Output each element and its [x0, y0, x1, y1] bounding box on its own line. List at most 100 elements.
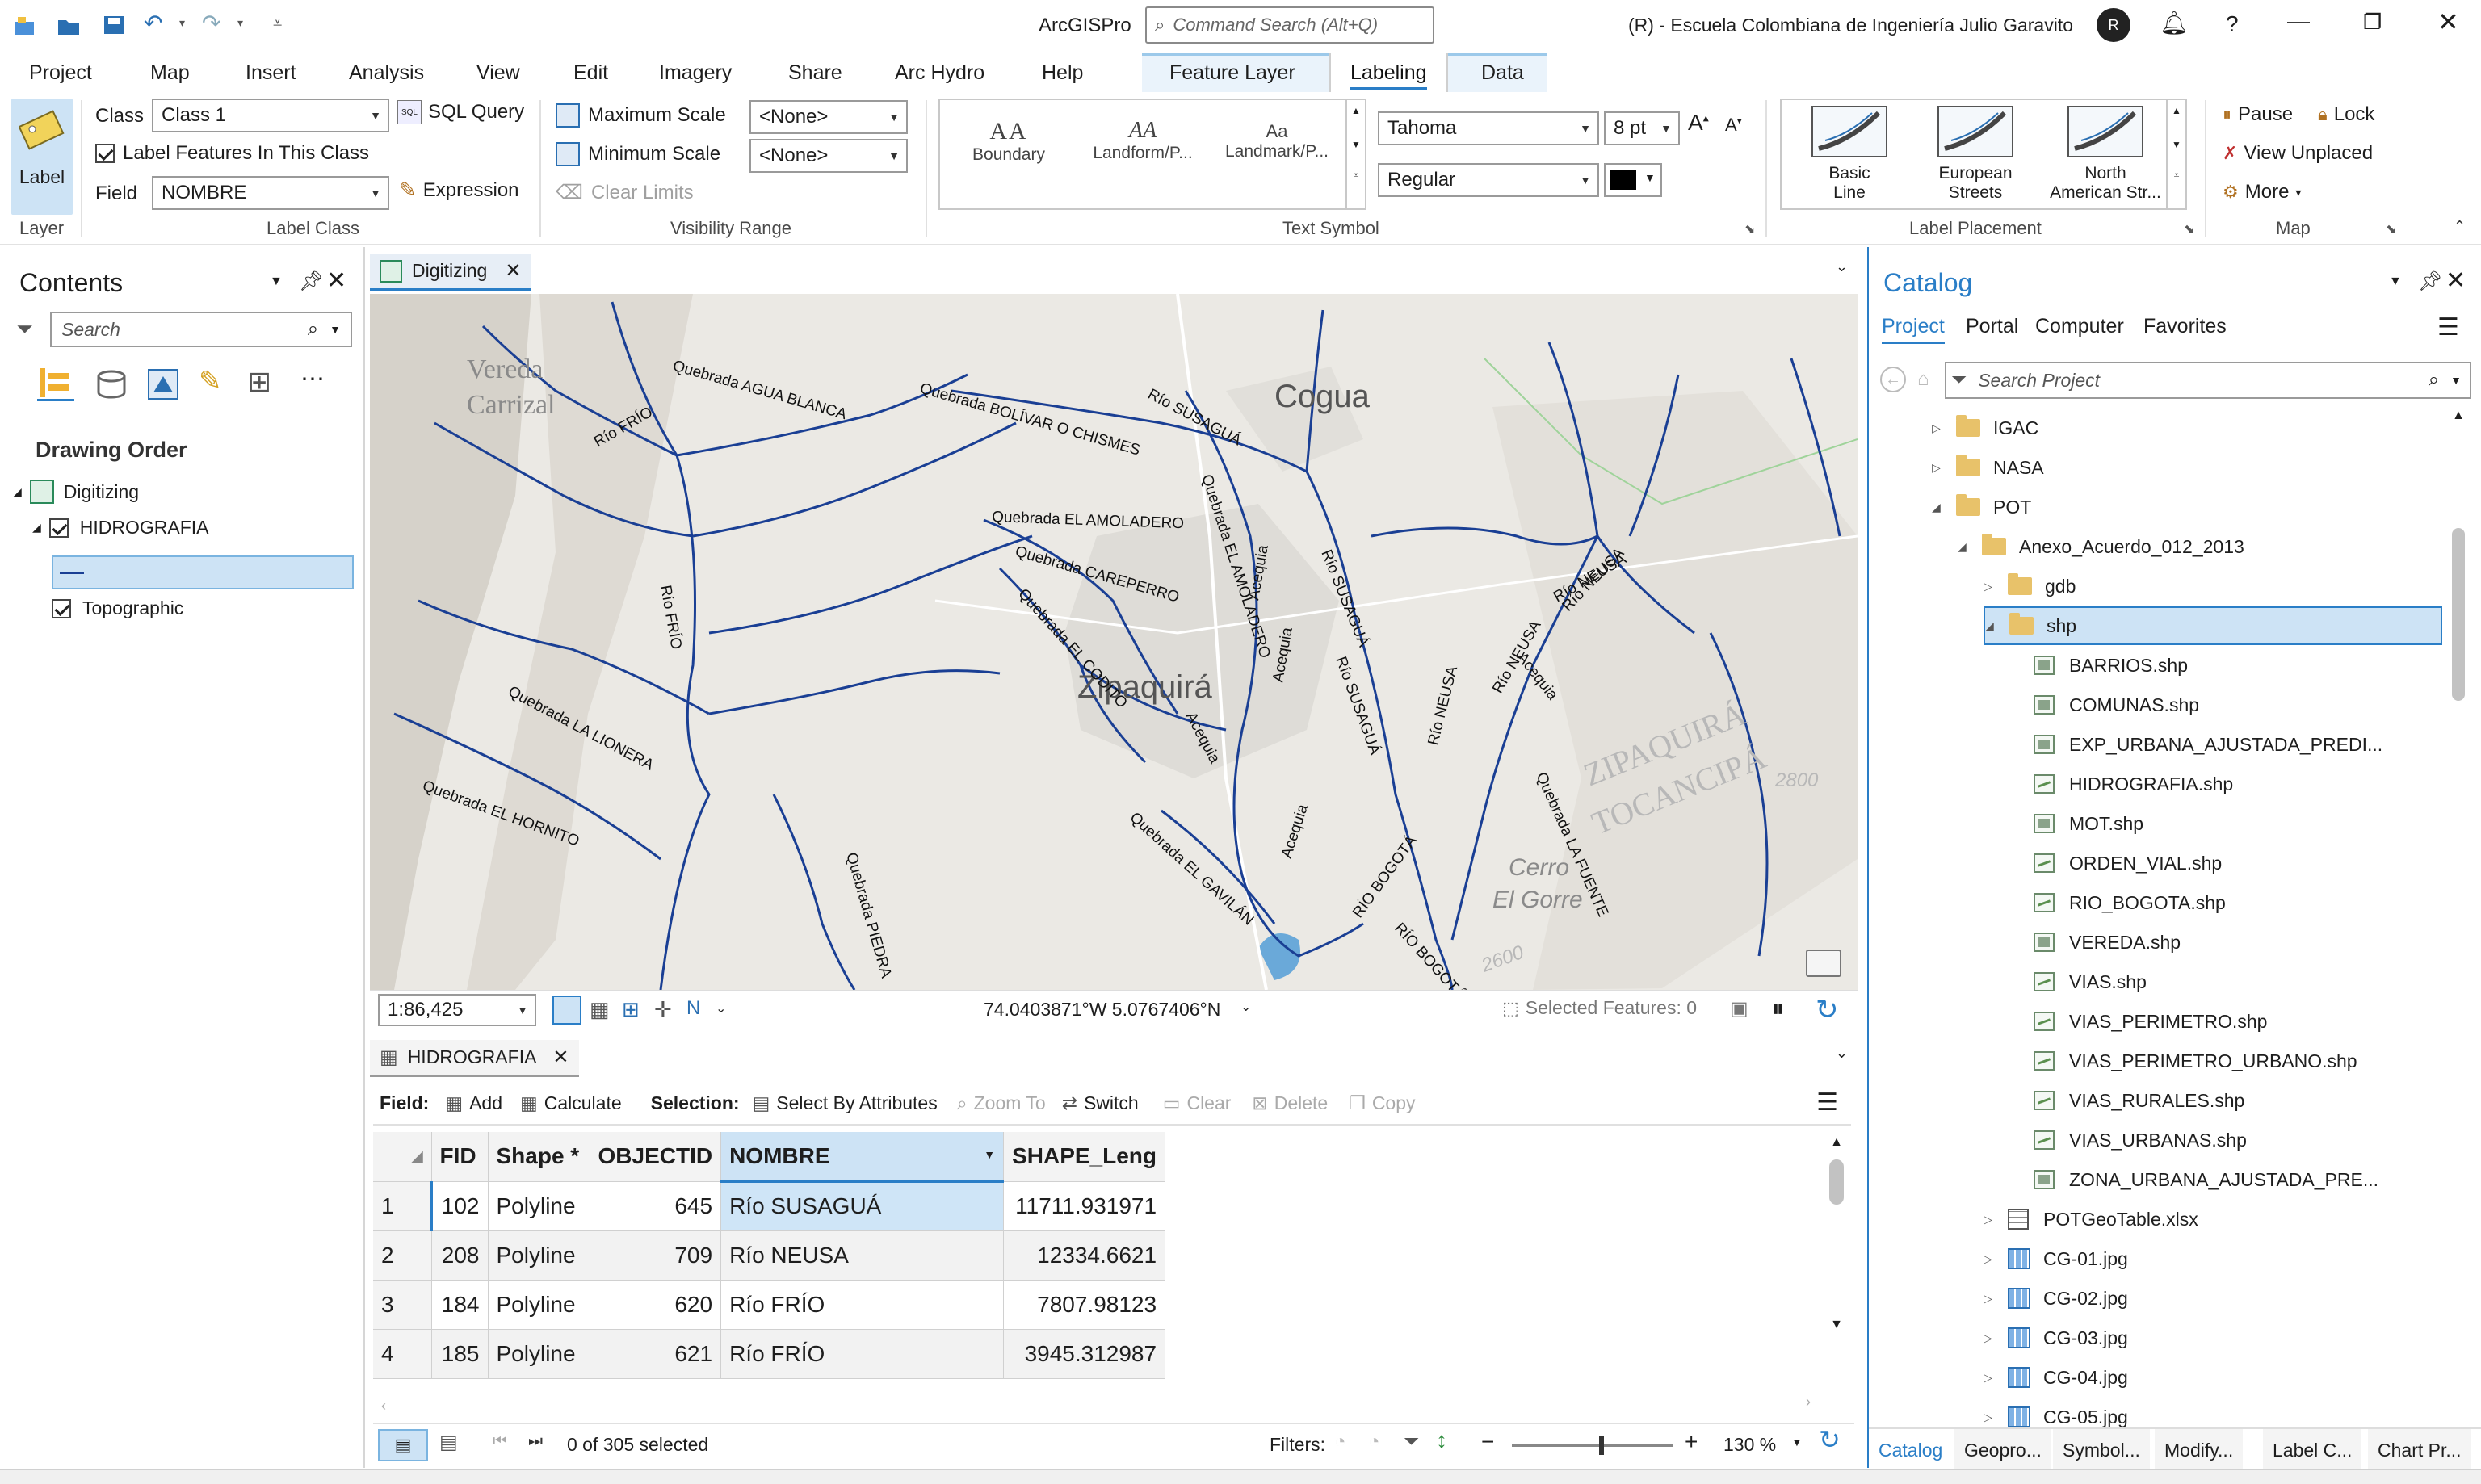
placement-gallery-scroll[interactable]: ▲ ▼ ⩡ — [2168, 99, 2187, 210]
catalog-item[interactable]: ▷ IGAC — [1932, 409, 2038, 447]
chevron-down-icon[interactable]: ⌄ — [1836, 1045, 1848, 1062]
layer-visibility-checkbox[interactable] — [48, 518, 69, 538]
catalog-item[interactable]: VIAS_URBANAS.shp — [2009, 1121, 2247, 1159]
filter-extent-icon[interactable]: ◔ — [1334, 1431, 1346, 1453]
catalog-tab-portal[interactable]: Portal — [1966, 315, 2018, 338]
catalog-tab-favorites[interactable]: Favorites — [2143, 315, 2227, 338]
coordinate-format-dropdown-icon[interactable]: ⌄ — [1240, 999, 1251, 1015]
switch-button[interactable]: ⇄ Switch — [1062, 1092, 1139, 1114]
nombre-cell[interactable]: Río FRÍO — [720, 1329, 1005, 1379]
north-arrow-icon[interactable]: N — [686, 997, 700, 1020]
expand-icon[interactable]: ▷ — [1984, 1411, 2008, 1424]
placement-basic-line[interactable]: Basic Line — [1793, 105, 1906, 203]
table-vertical-scrollbar[interactable]: ▲ ▼ — [1824, 1135, 1849, 1394]
expand-icon[interactable]: ▷ — [1984, 1371, 2008, 1385]
redo-icon[interactable]: ↷ — [202, 10, 220, 36]
gallery-item-boundary[interactable]: AA Boundary — [948, 118, 1069, 165]
open-project-icon[interactable] — [55, 13, 82, 37]
tab-project[interactable]: Project — [29, 53, 92, 92]
back-icon[interactable]: ← — [1880, 367, 1906, 392]
more-button[interactable]: ⚙︎ More ▾ — [2223, 181, 2301, 203]
show-selected-records-icon[interactable]: ▤ — [439, 1431, 458, 1454]
bottom-tab-modify[interactable]: Modify... — [2155, 1429, 2244, 1471]
list-by-selection-icon[interactable] — [147, 368, 179, 406]
tab-share[interactable]: Share — [788, 53, 842, 92]
table-row[interactable]: 2 208 Polyline 709 Río NEUSA 12334.6621 — [373, 1230, 1166, 1281]
close-pane-icon[interactable]: ✕ — [2445, 266, 2466, 295]
cursor-crosshair-icon[interactable]: ✛ — [654, 997, 672, 1022]
grid-view-icon[interactable] — [552, 996, 581, 1025]
layer-visibility-checkbox[interactable] — [52, 598, 71, 618]
tab-insert[interactable]: Insert — [246, 53, 296, 92]
max-scale-dropdown[interactable]: <None> ▼ — [749, 100, 908, 134]
pane-options-icon[interactable]: ▼ — [270, 275, 283, 289]
copy-button[interactable]: ❐ Copy — [1349, 1092, 1415, 1114]
row-number-cell[interactable]: 2 — [373, 1230, 432, 1281]
catalog-item[interactable]: VIAS_PERIMETRO.shp — [2009, 1002, 2267, 1041]
fid-cell[interactable]: 184 — [431, 1280, 489, 1330]
min-scale-dropdown[interactable]: <None> ▼ — [749, 139, 908, 173]
catalog-item[interactable]: EXP_URBANA_AJUSTADA_PREDI... — [2009, 725, 2382, 764]
pause-drawing-icon[interactable]: ⏸︎ — [1772, 996, 1784, 1023]
contents-search[interactable]: Search ⌕ ▼ — [50, 312, 352, 347]
user-avatar[interactable]: R — [2097, 8, 2130, 42]
zoom-to-button[interactable]: ⌕ Zoom To — [957, 1092, 1046, 1114]
class-dropdown[interactable]: Class 1 ▼ — [152, 99, 389, 132]
catalog-item[interactable]: RIO_BOGOTA.shp — [2009, 883, 2226, 922]
bottom-tab-geoprocessing[interactable]: Geopro... — [1954, 1429, 2051, 1471]
catalog-item[interactable]: ▷ POTGeoTable.xlsx — [1984, 1200, 2198, 1239]
fid-cell[interactable]: 208 — [431, 1230, 489, 1281]
collapse-icon[interactable]: ◢ — [1932, 501, 1956, 514]
catalog-item[interactable]: MOT.shp — [2009, 804, 2143, 843]
table-row[interactable]: 4 185 Polyline 621 Río FRÍO 3945.312987 — [373, 1329, 1166, 1379]
catalog-item[interactable]: COMUNAS.shp — [2009, 685, 2199, 724]
filter-time-icon[interactable]: ◔ — [1368, 1431, 1380, 1453]
add-field-button[interactable]: ▦ Add — [445, 1092, 502, 1114]
tab-digitizing[interactable]: Digitizing ✕ — [370, 254, 531, 291]
maximum-scale-button[interactable]: Maximum Scale — [556, 103, 726, 128]
chevron-down-icon[interactable]: ▼ — [1791, 1436, 1803, 1448]
column-header-nombre[interactable]: NOMBRE ▼ — [720, 1132, 1005, 1183]
highlight-icon[interactable]: ↕ — [1436, 1427, 1447, 1453]
undo-icon[interactable]: ↶ — [144, 10, 162, 36]
shape-leng-cell[interactable]: 3945.312987 — [1003, 1329, 1166, 1379]
expand-icon[interactable]: ▷ — [1932, 461, 1956, 475]
lock-button[interactable]: 🔒︎ Lock — [2318, 103, 2374, 126]
tab-labeling[interactable]: Labeling — [1329, 53, 1448, 92]
catalog-item[interactable]: VEREDA.shp — [2009, 923, 2181, 962]
scale-dropdown[interactable]: 1:86,425 ▼ — [378, 994, 536, 1026]
help-icon[interactable]: ? — [2226, 11, 2239, 37]
placement-european-streets[interactable]: European Streets — [1919, 105, 2032, 203]
catalog-search[interactable]: ⏷ Search Project ⌕ ▼ — [1945, 362, 2471, 399]
expand-icon[interactable]: ▷ — [1932, 421, 1956, 435]
font-color-picker[interactable]: ▼ — [1604, 163, 1662, 197]
map-overview-icon[interactable] — [1806, 950, 1841, 977]
map-canvas[interactable]: Vereda Carrizal Cogua Zipaquirá Cerro El… — [370, 294, 1858, 990]
collapse-ribbon-icon[interactable]: ⌃ — [2454, 218, 2466, 235]
tab-edit[interactable]: Edit — [573, 53, 608, 92]
catalog-item[interactable]: ZONA_URBANA_AJUSTADA_PRE... — [2009, 1160, 2378, 1199]
catalog-tab-computer[interactable]: Computer — [2035, 315, 2124, 338]
list-by-source-icon[interactable] — [95, 368, 128, 406]
filter-icon[interactable]: ⏷ — [16, 317, 33, 342]
zoom-slider-track[interactable] — [1512, 1444, 1673, 1447]
bottom-tab-chart-properties[interactable]: Chart Pr... — [2368, 1429, 2471, 1471]
table-row[interactable]: 1 102 Polyline 645 Río SUSAGUÁ 11711.931971 — [373, 1181, 1166, 1231]
font-style-dropdown[interactable]: Regular ▼ — [1378, 163, 1599, 197]
selected-features-indicator[interactable]: ⬚ Selected Features: 0 — [1502, 997, 1697, 1019]
nombre-cell[interactable]: Río NEUSA — [720, 1230, 1005, 1281]
undo-dropdown-icon[interactable]: ▾ — [179, 16, 185, 30]
refresh-thumb-icon[interactable]: ▣ — [1730, 997, 1748, 1021]
catalog-item[interactable]: ▷ NASA — [1932, 448, 2044, 487]
pause-button[interactable]: ⏸︎ Pause — [2223, 103, 2293, 126]
collapse-icon[interactable]: ◢ — [1958, 540, 1982, 554]
layer-symbol-row[interactable] — [52, 555, 354, 589]
view-unplaced-button[interactable]: ✗ View Unplaced — [2223, 142, 2373, 165]
expand-icon[interactable]: ▷ — [1984, 580, 2008, 593]
pane-options-icon[interactable]: ▼ — [2389, 275, 2402, 289]
minimum-scale-button[interactable]: Minimum Scale — [556, 142, 720, 166]
filter-definition-icon[interactable]: ⏷ — [1404, 1431, 1419, 1453]
placement-north-american[interactable]: North American Str... — [2045, 105, 2166, 203]
customize-toolbar-icon[interactable]: ⩡ — [273, 15, 282, 33]
new-project-icon[interactable] — [11, 13, 39, 37]
